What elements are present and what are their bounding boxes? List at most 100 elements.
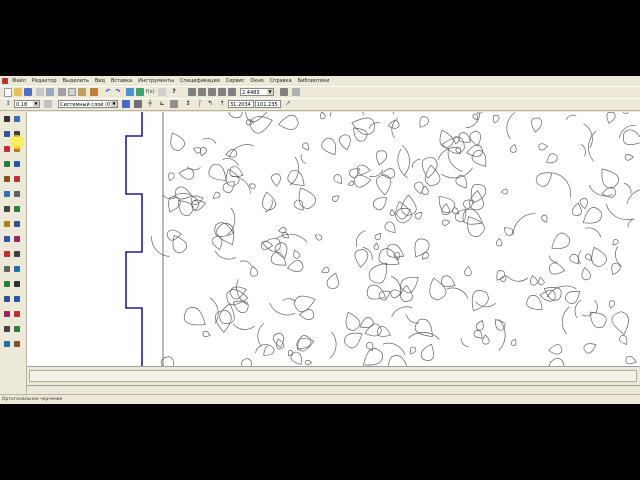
print-icon[interactable] xyxy=(36,88,44,96)
cut-icon[interactable] xyxy=(58,88,66,96)
menu-item-8[interactable]: Окно xyxy=(250,78,263,84)
ornament-curl xyxy=(222,158,239,166)
formula-icon[interactable]: f(x) xyxy=(146,88,155,96)
table-icon-alt[interactable] xyxy=(14,266,20,272)
ornament-leaf xyxy=(354,249,369,268)
polygon-icon[interactable] xyxy=(4,191,10,197)
manager-icon[interactable] xyxy=(126,88,134,96)
menu-item-9[interactable]: Справка xyxy=(270,78,292,84)
ornament-leaf xyxy=(414,318,433,337)
redo-icon[interactable]: ↷ xyxy=(114,88,122,96)
save-icon[interactable] xyxy=(24,88,32,96)
library-icon-alt[interactable] xyxy=(14,341,20,347)
pointer-icon-alt[interactable] xyxy=(14,116,20,122)
text-icon[interactable] xyxy=(4,251,10,257)
style-icon[interactable]: ↕ xyxy=(4,100,12,108)
dimension-icon[interactable] xyxy=(4,236,10,242)
zoom-all-icon[interactable] xyxy=(218,88,226,96)
ornament-curl xyxy=(214,250,237,260)
library-icon[interactable] xyxy=(4,341,10,347)
ornament-leaf xyxy=(277,226,287,234)
hatch-icon-alt[interactable] xyxy=(14,221,20,227)
arrow-icon[interactable]: ↗ xyxy=(284,100,292,108)
measure-icon[interactable] xyxy=(4,326,10,332)
ornament-leaf xyxy=(441,219,451,226)
menu-item-0[interactable]: Файл xyxy=(12,78,26,84)
menu-item-3[interactable]: Вид xyxy=(95,78,105,84)
hatch-icon[interactable] xyxy=(4,221,10,227)
snap-icon[interactable]: ↕ xyxy=(184,100,192,108)
undo-icon[interactable]: ↶ xyxy=(104,88,112,96)
zoom-field[interactable]: 2.4483 ▼ xyxy=(240,88,274,96)
rotate-view-icon[interactable] xyxy=(292,88,300,96)
preview-icon[interactable] xyxy=(46,88,54,96)
dimension-icon-alt[interactable] xyxy=(14,236,20,242)
spline-icon[interactable] xyxy=(4,206,10,212)
edit-icon[interactable] xyxy=(4,296,10,302)
rect-icon-alt[interactable] xyxy=(14,176,20,182)
variables-icon[interactable] xyxy=(136,88,144,96)
layer-state-icon[interactable] xyxy=(122,100,130,108)
line-width-field[interactable]: 0.18 ▼ xyxy=(14,100,40,108)
measure-icon-alt[interactable] xyxy=(14,326,20,332)
ornament-leaf xyxy=(622,112,629,114)
ornament-curl xyxy=(151,236,170,257)
layer-field[interactable]: Системный слой (0) ▼ xyxy=(58,100,118,108)
circle-icon[interactable] xyxy=(4,146,10,152)
round-off-icon[interactable]: ↰ xyxy=(206,100,214,108)
ornament-leaf xyxy=(212,191,221,199)
ornament-leaf xyxy=(272,332,284,348)
polygon-icon-alt[interactable] xyxy=(14,191,20,197)
menu-item-5[interactable]: Инструменты xyxy=(138,78,174,84)
ornament-curl xyxy=(626,189,640,204)
text-icon-alt[interactable] xyxy=(14,251,20,257)
menu-item-1[interactable]: Редактор xyxy=(32,78,57,84)
pointer-icon[interactable] xyxy=(4,116,10,122)
select-icon[interactable] xyxy=(4,281,10,287)
open-folder-icon[interactable] xyxy=(14,88,22,96)
menu-item-10[interactable]: Библиотеки xyxy=(298,78,330,84)
help-icon[interactable]: ? xyxy=(170,88,178,96)
local-cs-icon[interactable]: ⊾ xyxy=(158,100,166,108)
library-manager-icon[interactable] xyxy=(158,88,166,96)
new-document-icon[interactable] xyxy=(4,88,12,97)
ornament-leaf xyxy=(222,181,235,194)
layer-manager-icon[interactable] xyxy=(44,100,52,108)
edit-icon-alt[interactable] xyxy=(14,296,20,302)
ornament-leaf xyxy=(225,168,240,187)
command-line[interactable] xyxy=(29,370,637,382)
param-icon-alt[interactable] xyxy=(14,311,20,317)
ortho-mode-icon[interactable]: ʃ xyxy=(196,100,204,108)
rect-icon[interactable] xyxy=(4,176,10,182)
table-icon[interactable] xyxy=(4,266,10,272)
zoom-out-icon[interactable] xyxy=(198,88,206,96)
drawing-canvas[interactable] xyxy=(27,112,640,366)
grid-icon[interactable] xyxy=(134,100,142,108)
pan-icon[interactable] xyxy=(228,88,236,96)
paste-icon[interactable] xyxy=(78,88,86,96)
param-icon[interactable] xyxy=(4,311,10,317)
ornament-leaf xyxy=(293,249,301,259)
zoom-frame-icon[interactable] xyxy=(208,88,216,96)
refresh-icon[interactable] xyxy=(280,88,288,96)
ornament-leaf xyxy=(219,303,235,324)
arc-icon-alt[interactable] xyxy=(14,161,20,167)
menu-item-6[interactable]: Спецификация xyxy=(180,78,220,84)
coord-x-field[interactable]: 31.2034 xyxy=(228,100,254,108)
ortho-icon[interactable]: ┼ xyxy=(146,100,154,108)
select-icon-alt[interactable] xyxy=(14,281,20,287)
ornament-leaf xyxy=(509,143,517,153)
copy-icon[interactable] xyxy=(68,88,76,96)
coord-y-field[interactable]: 101.235 xyxy=(255,100,281,108)
ornament-leaf xyxy=(500,188,509,195)
menu-item-4[interactable]: Вставка xyxy=(111,78,132,84)
arc-icon[interactable] xyxy=(4,161,10,167)
menu-item-7[interactable]: Сервис xyxy=(226,78,245,84)
menu-item-2[interactable]: Выделить xyxy=(63,78,89,84)
line-icon[interactable] xyxy=(4,131,10,137)
snap-grid-icon[interactable] xyxy=(170,100,178,108)
spline-icon-alt[interactable] xyxy=(14,206,20,212)
ornament-leaf xyxy=(170,132,185,151)
zoom-in-icon[interactable] xyxy=(188,88,196,96)
format-painter-icon[interactable] xyxy=(90,88,98,96)
